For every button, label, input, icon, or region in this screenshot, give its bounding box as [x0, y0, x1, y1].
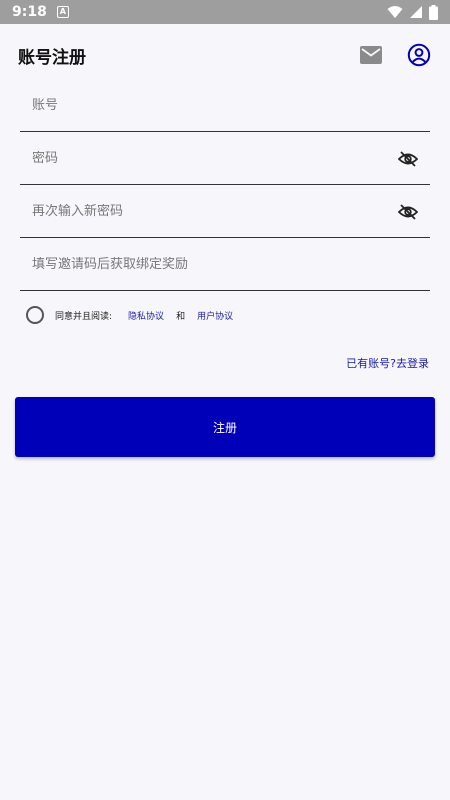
profile-button[interactable] [406, 42, 432, 68]
account-circle-icon [407, 43, 431, 67]
status-time: 9:18 [12, 4, 47, 20]
notification-a-icon: A [56, 6, 69, 18]
agreement-row: 同意并且阅读: 隐私协议 和 用户协议 [26, 305, 233, 325]
confirm-password-field [20, 186, 430, 238]
wifi-icon [387, 6, 403, 18]
battery-icon [429, 4, 438, 20]
password-input[interactable] [20, 151, 430, 166]
user-agreement-link[interactable]: 用户协议 [197, 309, 233, 322]
mail-button[interactable] [358, 42, 384, 68]
invite-code-field [20, 239, 430, 291]
agreement-prefix: 同意并且阅读: [55, 311, 113, 322]
signal-icon [410, 6, 422, 18]
privacy-policy-link[interactable]: 隐私协议 [128, 309, 164, 322]
login-link[interactable]: 已有账号?去登录 [346, 355, 429, 371]
register-button[interactable]: 注册 [15, 397, 435, 457]
password-field [20, 133, 430, 185]
invite-code-input[interactable] [20, 257, 430, 272]
eye-off-icon[interactable] [398, 150, 418, 168]
header-actions [358, 42, 432, 68]
eye-off-icon[interactable] [398, 203, 418, 221]
app-header: 账号注册 [0, 24, 450, 86]
page-title: 账号注册 [18, 47, 86, 68]
agreement-and: 和 [176, 311, 186, 322]
account-field [20, 80, 430, 132]
mail-icon [360, 46, 382, 64]
account-input[interactable] [20, 98, 430, 113]
confirm-password-input[interactable] [20, 204, 430, 219]
agree-radio[interactable] [26, 306, 44, 324]
status-bar: 9:18 A [0, 0, 450, 24]
status-icons [387, 4, 438, 20]
